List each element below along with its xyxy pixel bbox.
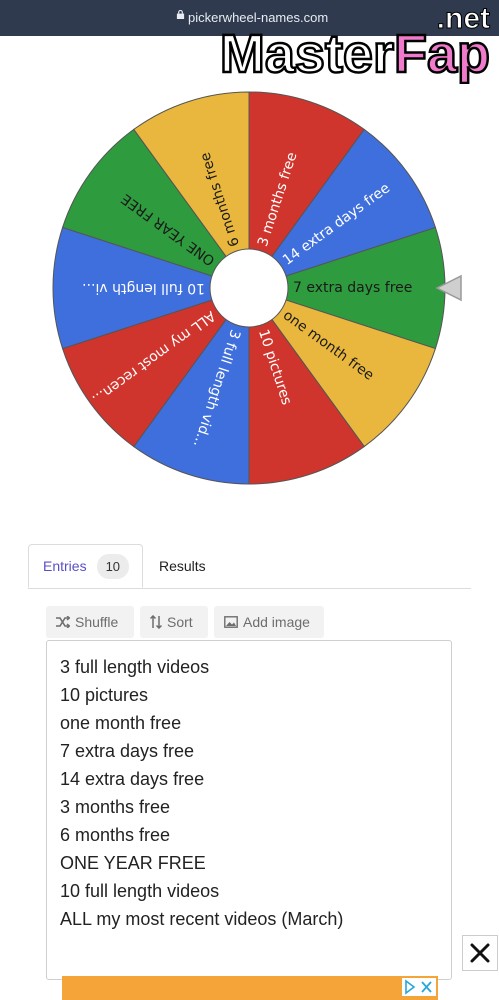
close-ad-button[interactable]	[462, 935, 498, 971]
add-image-button[interactable]: Add image	[214, 606, 324, 638]
entry-line: 10 full length videos	[60, 881, 220, 901]
entry-line: 14 extra days free	[60, 769, 205, 789]
tab-results[interactable]: Results	[159, 544, 206, 588]
ad-choices-icon[interactable]	[402, 978, 436, 996]
entries-count-badge: 10	[96, 553, 130, 579]
sort-button[interactable]: Sort	[140, 606, 208, 638]
entries-results-tabs: Entries 10 Results	[28, 544, 471, 589]
wheel-center-hub[interactable]	[209, 248, 289, 328]
shuffle-label: Shuffle	[75, 614, 119, 630]
entry-line: 6 months free	[60, 825, 171, 845]
entry-line: 3 full length videos	[60, 657, 210, 677]
tab-entries-label: Entries	[43, 558, 87, 574]
add-image-label: Add image	[243, 614, 310, 630]
entry-line: 3 months free	[60, 797, 171, 817]
shuffle-icon	[56, 616, 70, 628]
entries-textarea[interactable]: 3 full length videos 10 pictures one month…	[46, 640, 452, 980]
wheel-segment-label: 10 full length vi...	[82, 280, 205, 296]
sort-label: Sort	[167, 614, 193, 630]
shuffle-button[interactable]: Shuffle	[46, 606, 134, 638]
entry-line: 7 extra days free	[60, 741, 195, 761]
entry-line: ONE YEAR FREE	[60, 853, 206, 873]
entry-line: one month free	[60, 713, 182, 733]
picker-wheel[interactable]: 7 extra days freeone month free10 pictur…	[0, 40, 499, 520]
wheel-segment-label: 7 extra days free	[293, 280, 412, 296]
sort-icon	[150, 615, 162, 629]
ad-banner[interactable]	[62, 976, 438, 1000]
tab-results-label: Results	[159, 558, 206, 574]
tab-entries[interactable]: Entries 10	[28, 544, 143, 588]
image-icon	[224, 616, 238, 628]
entry-line: ALL my most recent videos (March)	[60, 909, 344, 929]
close-icon	[470, 943, 490, 963]
lock-icon	[176, 10, 185, 19]
entry-line: 10 pictures	[60, 685, 149, 705]
